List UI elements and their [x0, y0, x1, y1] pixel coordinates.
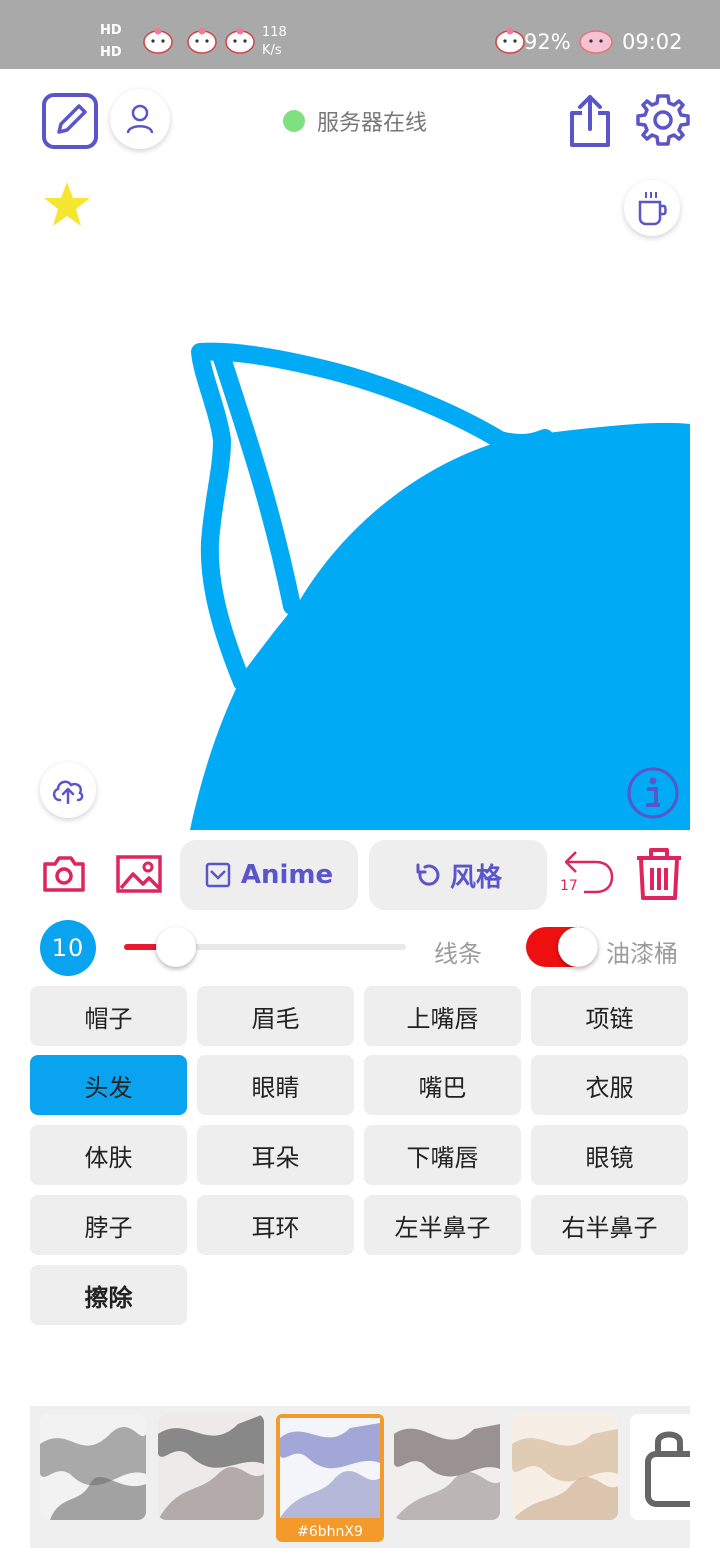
- erase-button[interactable]: 擦除: [30, 1265, 187, 1325]
- hd-indicator: HD: [100, 23, 122, 38]
- info-icon[interactable]: [626, 766, 680, 820]
- share-icon: [570, 95, 610, 147]
- paint-bucket-toggle[interactable]: [526, 927, 598, 967]
- pig-emoji-icon: [579, 30, 613, 54]
- style-thumbnail-strip[interactable]: #6bhnX9: [30, 1406, 690, 1548]
- coffee-button[interactable]: [624, 180, 680, 236]
- server-status-label: 服务器在线: [317, 111, 428, 136]
- part-button[interactable]: 眉毛: [197, 986, 354, 1046]
- part-button[interactable]: 项链: [531, 986, 688, 1046]
- style-preview-image: [40, 1414, 146, 1520]
- image-icon: [116, 855, 162, 893]
- upload-button[interactable]: [40, 762, 96, 818]
- network-speed-unit: K/s: [262, 43, 282, 58]
- undo-count: 17: [560, 878, 578, 894]
- style-preview-image: [280, 1418, 380, 1518]
- network-speed-value: 118: [262, 25, 287, 40]
- style-button[interactable]: 风格: [369, 840, 547, 910]
- refresh-icon: [416, 863, 440, 886]
- cat-emoji-icon: [225, 27, 255, 54]
- camera-button[interactable]: [40, 852, 88, 896]
- part-button[interactable]: 耳朵: [197, 1125, 354, 1185]
- part-button[interactable]: 体肤: [30, 1125, 187, 1185]
- part-button[interactable]: 帽子: [30, 986, 187, 1046]
- hd-indicator: HD: [100, 45, 122, 60]
- battery-level: 92%: [524, 30, 571, 54]
- part-button[interactable]: 上嘴唇: [364, 986, 521, 1046]
- style-preview-image: [158, 1414, 264, 1520]
- part-button[interactable]: 右半鼻子: [531, 1195, 688, 1255]
- style-preview-image: [512, 1414, 618, 1520]
- part-button[interactable]: 脖子: [30, 1195, 187, 1255]
- part-button[interactable]: 下嘴唇: [364, 1125, 521, 1185]
- status-bar: HD HD 118 K/s 92% 09:02: [0, 0, 720, 69]
- undo-button[interactable]: 17: [558, 846, 616, 900]
- part-button[interactable]: 眼镜: [531, 1125, 688, 1185]
- drawing-canvas[interactable]: [30, 170, 690, 830]
- anime-button[interactable]: Anime: [180, 840, 358, 910]
- style-thumbnail[interactable]: [512, 1414, 618, 1520]
- cloud-upload-icon: [52, 780, 84, 804]
- lock-icon: [645, 1431, 690, 1507]
- camera-icon: [43, 856, 85, 892]
- coffee-icon: [638, 192, 667, 226]
- user-icon: [126, 104, 154, 134]
- paint-bucket-toggle-knob: [558, 927, 598, 967]
- sketch-drawing: [190, 342, 690, 830]
- line-label: 线条: [434, 940, 482, 968]
- server-status-dot: [283, 110, 305, 132]
- cat-emoji-icon: [495, 27, 525, 54]
- part-button[interactable]: 嘴巴: [364, 1055, 521, 1115]
- delete-button[interactable]: [632, 846, 686, 902]
- style-thumbnail-locked[interactable]: [630, 1414, 690, 1520]
- clock: 09:02: [622, 30, 683, 54]
- user-button[interactable]: [110, 89, 170, 149]
- anime-button-label: Anime: [240, 860, 334, 890]
- trash-icon: [637, 848, 681, 900]
- star-icon[interactable]: [42, 180, 92, 230]
- style-thumbnail-selected-inner: [280, 1418, 380, 1518]
- style-preview-image: [394, 1414, 500, 1520]
- part-button-selected[interactable]: 头发: [30, 1055, 187, 1115]
- part-button[interactable]: 耳环: [197, 1195, 354, 1255]
- style-thumbnail[interactable]: [394, 1414, 500, 1520]
- server-status: 服务器在线: [283, 106, 427, 136]
- brush-size-slider-thumb[interactable]: [156, 927, 196, 967]
- brush-size-badge: 10: [40, 920, 96, 976]
- cat-emoji-icon: [143, 27, 173, 54]
- style-thumbnail[interactable]: [40, 1414, 146, 1520]
- hd-indicators: HD HD: [100, 20, 130, 64]
- style-button-label: 风格: [449, 862, 502, 893]
- paint-bucket-label: 油漆桶: [606, 940, 678, 968]
- part-button[interactable]: 衣服: [531, 1055, 688, 1115]
- mail-icon: [205, 862, 231, 888]
- edit-icon: [42, 93, 98, 149]
- style-code-label: #6bhnX9: [297, 1524, 363, 1540]
- part-button[interactable]: 左半鼻子: [364, 1195, 521, 1255]
- style-thumbnail[interactable]: [158, 1414, 264, 1520]
- part-button[interactable]: 眼睛: [197, 1055, 354, 1115]
- edit-button[interactable]: [40, 91, 100, 151]
- cat-emoji-icon: [187, 27, 217, 54]
- settings-button[interactable]: [635, 92, 691, 148]
- style-thumbnail-selected[interactable]: #6bhnX9: [276, 1414, 384, 1542]
- gear-icon: [636, 94, 690, 146]
- share-button[interactable]: [564, 92, 616, 150]
- network-speed: 118 K/s: [262, 24, 287, 60]
- gallery-button[interactable]: [114, 852, 164, 896]
